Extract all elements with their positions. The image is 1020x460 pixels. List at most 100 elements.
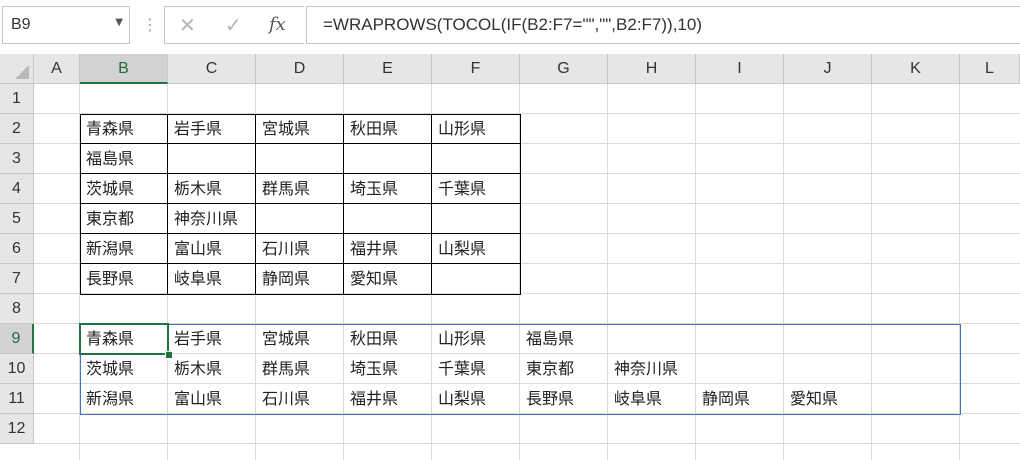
spill-cell[interactable]: 静岡県 bbox=[696, 384, 784, 414]
formula-text: =WRAPROWS(TOCOL(IF(B2:F7="","",B2:F7)),1… bbox=[323, 15, 702, 34]
row-header-2[interactable]: 2 bbox=[0, 114, 34, 144]
source-cell[interactable]: 埼玉県 bbox=[344, 174, 432, 204]
more-options-icon[interactable]: ⋮ bbox=[142, 10, 158, 40]
source-cell[interactable]: 岐阜県 bbox=[168, 264, 256, 294]
spill-cell[interactable]: 新潟県 bbox=[80, 384, 168, 414]
column-header-b[interactable]: B bbox=[80, 54, 168, 84]
source-cell[interactable]: 静岡県 bbox=[256, 264, 344, 294]
cancel-icon[interactable]: ✕ bbox=[179, 15, 196, 35]
spill-cell[interactable] bbox=[608, 324, 696, 354]
table-border-horizontal bbox=[80, 203, 520, 204]
source-cell[interactable]: 東京都 bbox=[80, 204, 168, 234]
source-cell[interactable] bbox=[344, 204, 432, 234]
spill-cell[interactable] bbox=[872, 324, 960, 354]
chevron-down-icon[interactable]: ▼ bbox=[115, 17, 123, 28]
insert-function-icon[interactable]: fx bbox=[269, 15, 286, 35]
column-header-a[interactable]: A bbox=[34, 54, 80, 84]
enter-icon[interactable]: ✓ bbox=[225, 15, 242, 35]
source-cell[interactable] bbox=[168, 144, 256, 174]
table-border-horizontal bbox=[80, 173, 520, 174]
spill-cell[interactable]: 福井県 bbox=[344, 384, 432, 414]
spill-cell[interactable]: 石川県 bbox=[256, 384, 344, 414]
source-cell[interactable]: 新潟県 bbox=[80, 234, 168, 264]
source-cell[interactable]: 宮城県 bbox=[256, 114, 344, 144]
name-box[interactable]: B9 ▼ bbox=[2, 6, 130, 44]
source-cell[interactable]: 石川県 bbox=[256, 234, 344, 264]
select-all-button[interactable] bbox=[0, 54, 34, 84]
spill-cell[interactable]: 神奈川県 bbox=[608, 354, 696, 384]
spill-cell[interactable]: 東京都 bbox=[520, 354, 608, 384]
fill-handle[interactable] bbox=[165, 351, 173, 359]
spill-cell[interactable]: 岩手県 bbox=[168, 324, 256, 354]
spill-cell[interactable]: 長野県 bbox=[520, 384, 608, 414]
spill-cell[interactable]: 青森県 bbox=[80, 324, 168, 354]
spill-cell[interactable] bbox=[696, 324, 784, 354]
row-header-1[interactable]: 1 bbox=[0, 84, 34, 114]
source-cell[interactable]: 山梨県 bbox=[432, 234, 520, 264]
source-cell[interactable]: 栃木県 bbox=[168, 174, 256, 204]
source-cell[interactable]: 長野県 bbox=[80, 264, 168, 294]
name-box-value: B9 bbox=[11, 16, 31, 33]
spill-cell[interactable]: 山梨県 bbox=[432, 384, 520, 414]
source-cell[interactable]: 秋田県 bbox=[344, 114, 432, 144]
column-header-g[interactable]: G bbox=[520, 54, 608, 84]
source-cell[interactable]: 福島県 bbox=[80, 144, 168, 174]
source-cell[interactable] bbox=[432, 264, 520, 294]
column-header-e[interactable]: E bbox=[344, 54, 432, 84]
formula-input[interactable]: =WRAPROWS(TOCOL(IF(B2:F7="","",B2:F7)),1… bbox=[306, 6, 1020, 44]
column-header-j[interactable]: J bbox=[784, 54, 872, 84]
spill-cell[interactable]: 愛知県 bbox=[784, 384, 872, 414]
spill-cell[interactable]: 岐阜県 bbox=[608, 384, 696, 414]
row-header-9[interactable]: 9 bbox=[0, 324, 34, 354]
source-cell[interactable]: 群馬県 bbox=[256, 174, 344, 204]
source-cell[interactable]: 愛知県 bbox=[344, 264, 432, 294]
source-cell[interactable]: 茨城県 bbox=[80, 174, 168, 204]
column-header-i[interactable]: I bbox=[696, 54, 784, 84]
spill-cell[interactable]: 埼玉県 bbox=[344, 354, 432, 384]
source-cell[interactable] bbox=[432, 144, 520, 174]
spreadsheet-grid[interactable]: ABCDEFGHIJKL 1 2 3 4 5 6 7 8 9 10 11 12 青森県 岩手県 宮城県 秋田… bbox=[0, 54, 1020, 460]
spill-cell[interactable]: 群馬県 bbox=[256, 354, 344, 384]
spill-cell[interactable]: 山形県 bbox=[432, 324, 520, 354]
spill-cell[interactable] bbox=[784, 354, 872, 384]
source-cell[interactable] bbox=[256, 144, 344, 174]
row-header-6[interactable]: 6 bbox=[0, 234, 34, 264]
row-header-4[interactable]: 4 bbox=[0, 174, 34, 204]
row-header-8[interactable]: 8 bbox=[0, 294, 34, 324]
row-header-3[interactable]: 3 bbox=[0, 144, 34, 174]
source-cell[interactable]: 富山県 bbox=[168, 234, 256, 264]
column-header-k[interactable]: K bbox=[872, 54, 960, 84]
spill-cell[interactable]: 宮城県 bbox=[256, 324, 344, 354]
source-cell[interactable]: 神奈川県 bbox=[168, 204, 256, 234]
spill-cell[interactable] bbox=[872, 354, 960, 384]
spill-cell[interactable]: 茨城県 bbox=[80, 354, 168, 384]
spill-cell[interactable] bbox=[784, 324, 872, 354]
row-header-11[interactable]: 11 bbox=[0, 384, 34, 414]
spill-cell[interactable]: 富山県 bbox=[168, 384, 256, 414]
spill-cell[interactable] bbox=[696, 354, 784, 384]
source-cell[interactable] bbox=[432, 204, 520, 234]
column-header-d[interactable]: D bbox=[256, 54, 344, 84]
row-header-10[interactable]: 10 bbox=[0, 354, 34, 384]
column-header-h[interactable]: H bbox=[608, 54, 696, 84]
spill-cell[interactable] bbox=[872, 384, 960, 414]
spill-cell[interactable]: 栃木県 bbox=[168, 354, 256, 384]
column-header-l[interactable]: L bbox=[960, 54, 1020, 84]
column-header-c[interactable]: C bbox=[168, 54, 256, 84]
source-cell[interactable]: 千葉県 bbox=[432, 174, 520, 204]
source-cell[interactable]: 福井県 bbox=[344, 234, 432, 264]
row-header-5[interactable]: 5 bbox=[0, 204, 34, 234]
spill-cell[interactable]: 千葉県 bbox=[432, 354, 520, 384]
source-cell[interactable]: 岩手県 bbox=[168, 114, 256, 144]
column-header-f[interactable]: F bbox=[432, 54, 520, 84]
source-cell[interactable]: 青森県 bbox=[80, 114, 168, 144]
table-border-horizontal bbox=[80, 143, 520, 144]
row-header-7[interactable]: 7 bbox=[0, 264, 34, 294]
table-border-horizontal bbox=[80, 233, 520, 234]
source-cell[interactable] bbox=[256, 204, 344, 234]
row-header-12[interactable]: 12 bbox=[0, 414, 34, 444]
spill-cell[interactable]: 秋田県 bbox=[344, 324, 432, 354]
source-cell[interactable]: 山形県 bbox=[432, 114, 520, 144]
spill-cell[interactable]: 福島県 bbox=[520, 324, 608, 354]
source-cell[interactable] bbox=[344, 144, 432, 174]
